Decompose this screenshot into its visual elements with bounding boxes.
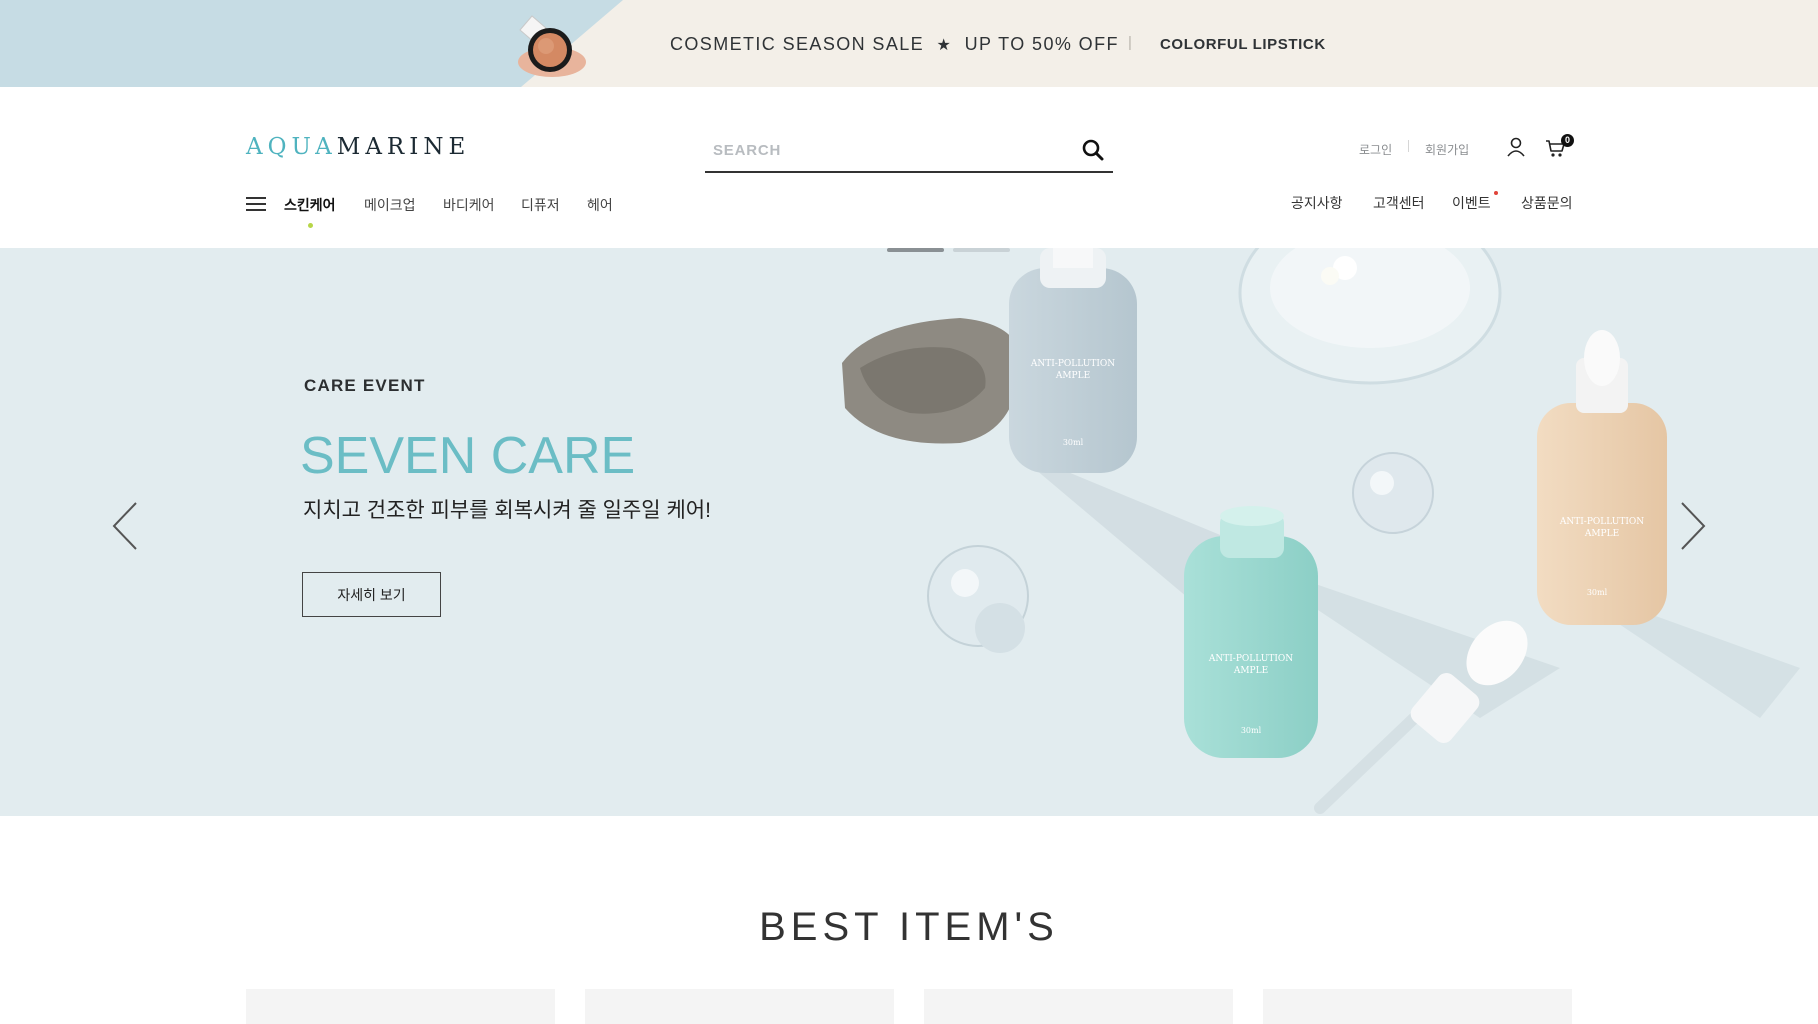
nav-item-makeup[interactable]: 메이크업 — [364, 195, 416, 215]
promo-text-discount: UP TO 50% OFF — [964, 34, 1119, 54]
chevron-right-icon[interactable] — [1678, 500, 1708, 552]
nav-customer-center[interactable]: 고객센터 — [1373, 193, 1425, 213]
beige-bottle-label-line1: ANTI-POLLUTION — [1559, 517, 1644, 527]
hamburger-menu-icon[interactable] — [246, 195, 266, 213]
promo-text[interactable]: COSMETIC SEASON SALE ★ UP TO 50% OFF — [670, 34, 1119, 55]
product-card[interactable] — [1263, 989, 1572, 1024]
nav-product-inquiry[interactable]: 상품문의 — [1521, 193, 1573, 213]
nav-item-bodycare[interactable]: 바디케어 — [443, 195, 495, 215]
nav-notice[interactable]: 공지사항 — [1291, 193, 1343, 213]
grey-bottle-label-line1: ANTI-POLLUTION — [1030, 359, 1115, 369]
logo[interactable]: AQUAMARINE — [246, 134, 470, 160]
teal-bottle-label-line1: ANTI-POLLUTION — [1208, 654, 1293, 664]
signup-link[interactable]: 회원가입 — [1425, 141, 1469, 158]
logo-part-marine: MARINE — [336, 134, 471, 160]
hero-slider: ANTI-POLLUTION AMPLE 30ml ANTI-POLLUTION… — [0, 248, 1818, 816]
slide-indicator-2[interactable] — [953, 248, 1010, 252]
cart-count-badge: 0 — [1561, 134, 1574, 147]
product-card[interactable] — [585, 989, 894, 1024]
hero-eyebrow: CARE EVENT — [304, 376, 426, 395]
best-items-title: BEST ITEM'S — [759, 905, 1059, 949]
beige-bottle-label-line2: AMPLE — [1584, 529, 1619, 539]
nav-item-diffuser[interactable]: 디퓨저 — [521, 195, 560, 215]
search-bar — [705, 128, 1113, 173]
teal-bottle-label-line2: AMPLE — [1233, 666, 1268, 676]
login-link[interactable]: 로그인 — [1359, 141, 1392, 158]
promo-text-main: COSMETIC SEASON SALE — [670, 34, 925, 54]
product-card[interactable] — [924, 989, 1233, 1024]
slide-indicator-1[interactable] — [887, 248, 944, 252]
promo-separator: | — [1128, 34, 1132, 51]
grey-bottle-volume: 30ml — [1063, 438, 1084, 447]
teal-bottle-volume: 30ml — [1241, 726, 1262, 735]
promo-banner[interactable]: COSMETIC SEASON SALE ★ UP TO 50% OFF | C… — [0, 0, 1818, 87]
logo-part-aqua: AQUA — [246, 134, 337, 160]
event-new-badge — [1494, 191, 1498, 195]
chevron-left-icon[interactable] — [110, 500, 140, 552]
star-icon: ★ — [936, 37, 953, 54]
grey-bottle-label-line2: AMPLE — [1055, 371, 1090, 381]
search-input[interactable] — [713, 138, 1053, 162]
nav-active-indicator — [308, 223, 313, 228]
user-icon[interactable] — [1505, 136, 1527, 163]
nav-item-skincare[interactable]: 스킨케어 — [284, 195, 336, 215]
beige-bottle-volume: 30ml — [1587, 588, 1608, 597]
search-icon[interactable] — [1081, 138, 1105, 162]
cart-button[interactable]: 0 — [1545, 134, 1574, 159]
product-card[interactable] — [246, 989, 555, 1024]
compact-powder-image — [518, 15, 586, 77]
nav-item-hair[interactable]: 헤어 — [587, 195, 613, 215]
nav-event[interactable]: 이벤트 — [1452, 193, 1491, 213]
hero-title: SEVEN CARE — [300, 427, 636, 485]
utility-divider — [1408, 140, 1409, 152]
hero-detail-button[interactable]: 자세히 보기 — [302, 572, 441, 617]
promo-link-colorful-lipstick[interactable]: COLORFUL LIPSTICK — [1160, 36, 1326, 53]
hero-product-image: ANTI-POLLUTION AMPLE 30ml ANTI-POLLUTION… — [842, 248, 1800, 814]
hero-subtitle: 지치고 건조한 피부를 회복시켜 줄 일주일 케어! — [303, 499, 711, 522]
